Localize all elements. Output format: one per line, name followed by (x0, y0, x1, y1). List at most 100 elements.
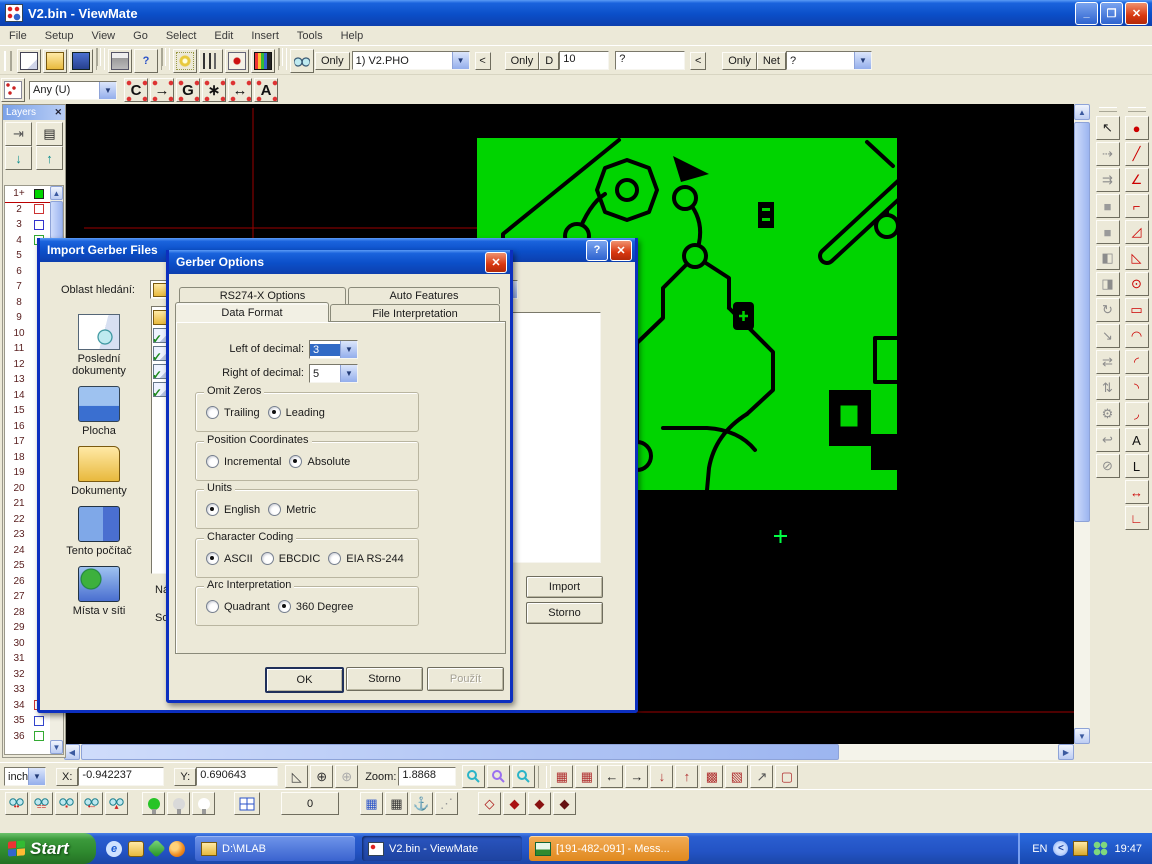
taskbar-task-button[interactable]: D:\MLAB (195, 836, 355, 861)
menu-item[interactable]: Setup (36, 30, 83, 42)
grid-view-icon[interactable]: ▦ (550, 765, 573, 788)
view-pads-glasses-icon[interactable]: ▪ (55, 792, 78, 815)
right-of-decimal-combo[interactable]: 5 ▼ (309, 364, 358, 383)
tab-file-interpretation[interactable]: File Interpretation (330, 304, 500, 322)
menu-item[interactable]: Tools (288, 30, 332, 42)
collapse-tray-icon[interactable]: < (1053, 841, 1068, 856)
layer-color-swatch[interactable] (34, 189, 44, 199)
draw-arc-chord-icon[interactable]: ◠ (1125, 324, 1149, 348)
draw-polyline-icon[interactable]: ∠ (1125, 168, 1149, 192)
scroll-down-icon[interactable]: ▼ (50, 740, 63, 754)
scroll-right-icon[interactable]: ▶ (1058, 744, 1074, 760)
radio-option[interactable]: ASCII (206, 552, 253, 565)
toolbar-grip[interactable] (4, 51, 12, 71)
zoom-value-input[interactable]: 1.8868 (398, 767, 456, 786)
draw-rectangle-icon[interactable]: ▭ (1125, 298, 1149, 322)
aperture-swap-button[interactable]: ↔ (228, 78, 252, 102)
dcode-value-input[interactable]: 10 (559, 51, 609, 70)
messenger-tray-icon[interactable] (1073, 841, 1088, 856)
aperture-arrow-button[interactable]: → (150, 78, 174, 102)
glasses-view-icon[interactable] (290, 49, 314, 73)
chevron-down-icon[interactable]: ▼ (340, 341, 357, 358)
draw-arc-ccw-icon[interactable]: ◜ (1125, 350, 1149, 374)
canvas-vertical-scrollbar[interactable]: ▲ ▼ (1074, 104, 1090, 744)
anchor-icon[interactable]: ⚓ (410, 792, 433, 815)
draw-point-icon[interactable]: ● (1125, 116, 1149, 140)
flash-scaled-icon[interactable]: ◆ (528, 792, 551, 815)
stretch-icon[interactable]: ↗ (750, 765, 773, 788)
only-net-toggle[interactable]: Only (722, 52, 757, 70)
scroll-left-icon[interactable]: ◀ (64, 744, 80, 760)
grid-small-icon[interactable]: ▩ (700, 765, 723, 788)
draw-angle-icon[interactable]: ◿ (1125, 220, 1149, 244)
ok-button[interactable]: OK (265, 667, 344, 693)
pan-right-icon[interactable]: → (625, 765, 648, 788)
draw-label-icon[interactable]: L (1125, 454, 1149, 478)
palette-grip[interactable] (1128, 107, 1146, 112)
save-icon[interactable] (69, 49, 93, 73)
view-lines-glasses-icon[interactable]: == (30, 792, 53, 815)
cancel-button[interactable]: Storno (526, 602, 603, 624)
transfer-icon[interactable]: ⇄ (1096, 350, 1120, 374)
canvas-horizontal-scrollbar[interactable]: ◀ ▶ (64, 744, 1074, 760)
minimize-button[interactable]: _ (1075, 2, 1098, 25)
pan-left-icon[interactable]: ← (600, 765, 623, 788)
only-dcode-toggle[interactable]: Only (505, 52, 540, 70)
layer-color-swatch[interactable] (34, 716, 44, 726)
select-region-icon[interactable]: ▢ (775, 765, 798, 788)
cancel-button[interactable]: Storno (346, 667, 423, 691)
scroll-up-icon[interactable]: ▲ (1074, 104, 1090, 120)
close-button[interactable]: ✕ (610, 240, 632, 261)
only-layer-toggle[interactable]: Only (315, 52, 350, 70)
icq-flower-tray-icon[interactable] (1093, 841, 1108, 856)
grid-overlay-icon[interactable]: ▧ (725, 765, 748, 788)
close-button[interactable]: ✕ (485, 252, 507, 273)
red-dot-grid-icon[interactable] (1, 78, 25, 102)
scroll-up-icon[interactable]: ▲ (50, 186, 63, 200)
probe-icon[interactable]: ⊕ (335, 765, 358, 788)
radio-option[interactable]: English (206, 503, 260, 516)
close-button[interactable]: ✕ (1125, 2, 1148, 25)
draw-line-icon[interactable]: ╱ (1125, 142, 1149, 166)
radio-option[interactable]: Trailing (206, 406, 260, 419)
aperture-a-button[interactable]: A (254, 78, 278, 102)
unit-combo[interactable]: inch ▼ (4, 767, 46, 786)
previous-layer-button[interactable]: < (475, 52, 491, 70)
layer-move-up-icon[interactable]: ↑ (36, 146, 63, 170)
draw-corner-icon[interactable]: ⌐ (1125, 194, 1149, 218)
copy-items-icon[interactable]: ⇉ (1096, 168, 1120, 192)
radio-option[interactable]: EIA RS-244 (328, 552, 403, 565)
grid-snap-icon[interactable]: ▦ (575, 765, 598, 788)
draw-text-icon[interactable]: A (1125, 428, 1149, 452)
menu-item[interactable]: Help (332, 30, 373, 42)
view-all-glasses-icon[interactable]: •• (5, 792, 28, 815)
previous-net-button[interactable]: < (690, 52, 706, 70)
close-icon[interactable]: ✕ (54, 107, 62, 118)
aperture-filter-combo[interactable]: Any (U) ▼ (29, 81, 117, 100)
network-places-place[interactable]: Místa v síti (53, 566, 145, 617)
reorder-icon[interactable]: ⇅ (1096, 376, 1120, 400)
view-trace-glasses-icon[interactable]: •– (80, 792, 103, 815)
context-help-icon[interactable]: ? (134, 49, 158, 73)
rotate-icon[interactable]: ↻ (1096, 298, 1120, 322)
aperture-g-button[interactable]: G (176, 78, 200, 102)
layer-color-swatch[interactable] (34, 220, 44, 230)
snip-icon[interactable]: ⊘ (1096, 454, 1120, 478)
view-fill-glasses-icon[interactable]: ▴ (105, 792, 128, 815)
scroll-thumb[interactable] (50, 201, 63, 239)
aperture-star-button[interactable]: ∗ (202, 78, 226, 102)
layer-move-down-icon[interactable]: ↓ (5, 146, 32, 170)
ie-quicklaunch-icon[interactable]: e (106, 841, 122, 857)
my-computer-place[interactable]: Tento počítač (53, 506, 145, 557)
apply-button[interactable]: Použít (427, 667, 504, 691)
scale-icon[interactable]: ↘ (1096, 324, 1120, 348)
menu-item[interactable]: Go (124, 30, 157, 42)
dcode-query-input[interactable]: ? (615, 51, 685, 70)
left-of-decimal-combo[interactable]: 3 ▼ (309, 340, 358, 359)
origin-target-icon[interactable] (173, 49, 197, 73)
menu-item[interactable]: Insert (242, 30, 288, 42)
dcode-view-icon[interactable] (225, 49, 249, 73)
menu-item[interactable]: File (0, 30, 36, 42)
draw-arc-sweep-icon[interactable]: ◞ (1125, 402, 1149, 426)
draw-triangle-icon[interactable]: ◺ (1125, 246, 1149, 270)
